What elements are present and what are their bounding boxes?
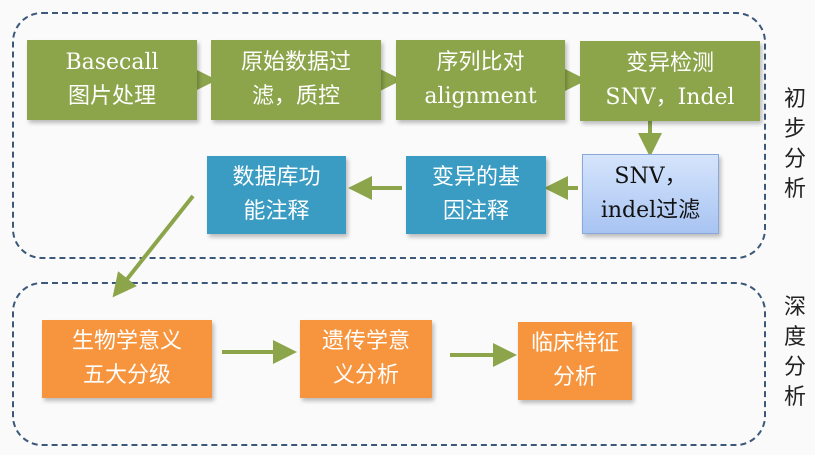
step-text: indel过滤 <box>600 198 701 223</box>
step-text: 序列比对 <box>436 50 525 75</box>
step-text: 变异的基 <box>431 165 520 190</box>
step-text: 滤，质控 <box>251 84 340 109</box>
step-filter-qc: 原始数据过滤，质控 <box>211 40 381 120</box>
step-text: 数据库功 <box>232 165 321 190</box>
step-gene-annotation: 变异的基 因注释 <box>406 156 546 234</box>
step-genetic-meaning: 遗传学意 义分析 <box>300 320 432 398</box>
step-text: 遗传学意 <box>321 329 410 354</box>
step-db-annotation: 数据库功 能注释 <box>207 156 346 234</box>
step-variant-call: 变异检测 SNV，Indel <box>580 41 760 121</box>
step-text: Basecall <box>65 50 159 75</box>
step-text: 变异检测 <box>625 51 714 76</box>
step-text: alignment <box>424 84 537 109</box>
step-alignment: 序列比对 alignment <box>396 40 565 120</box>
step-snv-filter: SNV， indel过滤 <box>582 154 719 234</box>
step-text: SNV， <box>614 164 687 189</box>
step-biological-meaning: 生物学意义 五大分级 <box>42 320 212 398</box>
step-clinical-features: 临床特征 分析 <box>518 322 632 400</box>
step-text: 分析 <box>552 365 597 390</box>
step-text: 图片处理 <box>67 84 156 109</box>
step-text: 生物学意义 <box>71 329 182 354</box>
step-text: 原始数据过 <box>240 50 351 75</box>
step-basecall: Basecall 图片处理 <box>27 40 197 120</box>
step-text: SNV，Indel <box>605 85 735 110</box>
step-text: 因注释 <box>442 199 509 224</box>
step-text: 能注释 <box>243 199 310 224</box>
step-text: 义分析 <box>332 363 399 388</box>
step-text: 临床特征 <box>530 331 619 356</box>
arrow-7 <box>112 194 195 298</box>
step-text: 五大分级 <box>82 363 171 388</box>
